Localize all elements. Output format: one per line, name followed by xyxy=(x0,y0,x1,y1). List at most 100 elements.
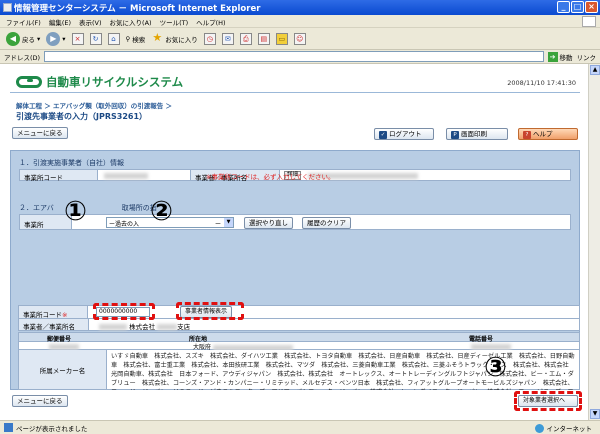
postal-value xyxy=(49,343,79,350)
browser-toolbar: ◀ 戻る ▾ ▶ ▾ × ↻ ⌂ ⚲ 検索 ★ お気に入り ◷ ✉ ⎙ ▤ ▭ … xyxy=(0,28,600,50)
edit-icon[interactable]: ▤ xyxy=(257,32,270,45)
logout-button[interactable]: ✓ ログアウト xyxy=(374,128,434,140)
highlight-info-button xyxy=(176,302,244,320)
search-icon: ⚲ xyxy=(125,34,131,43)
search-button[interactable]: ⚲ 検索 xyxy=(126,34,146,44)
print-label: 画面印刷 xyxy=(461,130,487,138)
scroll-up-icon[interactable]: ▲ xyxy=(590,65,600,75)
logout-icon: ✓ xyxy=(379,131,387,139)
logo-text: 自動車リサイクルシステム xyxy=(46,75,184,89)
name-row: 事業者／事業所名 株式会社 支店 xyxy=(18,319,580,331)
zone-label: インターネット xyxy=(546,425,593,433)
help-label: ヘルプ xyxy=(533,130,553,138)
help-button[interactable]: ? ヘルプ xyxy=(518,128,578,140)
go-button[interactable]: ➔ 移動 xyxy=(547,51,573,62)
go-arrow-icon: ➔ xyxy=(547,51,558,62)
name-row-label: 事業者／事業所名 xyxy=(19,319,89,331)
maximize-icon[interactable]: □ xyxy=(571,1,584,13)
breadcrumb: 解体工程 ＞ エアバッグ類（取外回収）の引渡報告 ＞ xyxy=(16,102,173,110)
maker-label: 所属メーカー名 xyxy=(19,350,107,389)
window-controls: _ □ × xyxy=(557,1,598,13)
menu-file[interactable]: ファイル(F) xyxy=(6,17,41,27)
globe-icon xyxy=(534,423,544,433)
home-icon[interactable]: ⌂ xyxy=(107,32,120,45)
menu-view[interactable]: 表示(V) xyxy=(79,17,102,27)
address-label: アドレス(D) xyxy=(4,53,41,62)
phone-value xyxy=(471,343,511,350)
address-input[interactable] xyxy=(44,51,544,62)
menu-back-button-bottom[interactable]: メニューに戻る xyxy=(12,395,68,407)
section1-code-value xyxy=(100,170,188,180)
current-datetime: 2008/11/10 17:41:30 xyxy=(507,79,576,87)
chevron-down-icon: ▼ xyxy=(224,218,233,227)
address-bar: アドレス(D) ➔ 移動 リンク xyxy=(0,50,600,64)
annotation-number-2: ② xyxy=(150,196,173,227)
header-divider xyxy=(10,92,580,93)
stop-icon[interactable]: × xyxy=(71,32,84,45)
history-icon[interactable]: ◷ xyxy=(203,32,216,45)
section1-title: １．引渡実施事業者（自社）情報 xyxy=(19,159,124,167)
logout-label: ログアウト xyxy=(389,130,422,138)
window-titlebar: 情報管理センターシステム － Microsoft Internet Explor… xyxy=(0,0,600,15)
back-button[interactable]: ◀ 戻る ▾ xyxy=(6,31,41,46)
menu-favorites[interactable]: お気に入り(A) xyxy=(110,17,152,27)
messenger-icon[interactable]: ☺ xyxy=(293,32,306,45)
recycle-logo-icon xyxy=(16,76,42,88)
highlight-select-button xyxy=(514,391,582,411)
page-content: 自動車リサイクルシステム 2008/11/10 17:41:30 解体工程 ＞ … xyxy=(0,64,588,420)
forward-button[interactable]: ▶ ▾ xyxy=(46,31,66,46)
menu-back-button-top[interactable]: メニューに戻る xyxy=(12,127,68,139)
history-clear-button[interactable]: 履歴のクリア xyxy=(302,217,351,229)
chevron-down-icon: ▾ xyxy=(62,34,66,43)
chevron-down-icon: ▾ xyxy=(37,34,41,43)
folder-icon[interactable]: ▭ xyxy=(275,32,288,45)
scroll-down-icon[interactable]: ▼ xyxy=(590,409,600,419)
star-icon: ★ xyxy=(152,30,163,44)
ie-app-icon xyxy=(3,3,12,12)
section2-title-start: ２．エアバ xyxy=(19,204,54,212)
required-note: ※事業所コードは、必ず入力してください。 xyxy=(206,173,335,181)
annotation-number-3: ③ xyxy=(484,352,507,383)
annotation-number-1: ① xyxy=(64,196,87,227)
window-title: 情報管理センターシステム － Microsoft Internet Explor… xyxy=(14,4,261,14)
mail-icon[interactable]: ✉ xyxy=(221,32,234,45)
vertical-scrollbar[interactable]: ▲ ▼ xyxy=(588,64,600,420)
rollback-button[interactable]: 選択やり直し xyxy=(244,217,293,229)
name-branch: 支店 xyxy=(177,323,191,331)
code-entry-label-text: 事業所コード xyxy=(23,311,62,319)
refresh-icon[interactable]: ↻ xyxy=(89,32,102,45)
search-label: 検索 xyxy=(132,35,146,44)
menu-edit[interactable]: 編集(E) xyxy=(49,17,71,27)
page-title: 引渡先事業者の入力（JPRS3261） xyxy=(16,112,148,121)
highlight-code-input xyxy=(93,303,155,320)
menu-help[interactable]: ヘルプ(H) xyxy=(196,17,225,27)
contact-table-row: 大阪府 xyxy=(18,342,580,351)
print-screen-button[interactable]: P 画面印刷 xyxy=(446,128,508,140)
printer-icon: P xyxy=(451,131,459,139)
minimize-icon[interactable]: _ xyxy=(557,1,570,13)
back-label: 戻る xyxy=(22,35,35,44)
security-zone: インターネット xyxy=(534,423,593,433)
favorites-button[interactable]: ★ お気に入り xyxy=(151,30,198,45)
section2-select-row: 事業所 ー過去の入 ー ▼ 選択やり直し 履歴のクリア xyxy=(19,214,571,230)
menu-bar: ファイル(F) 編集(E) 表示(V) お気に入り(A) ツール(T) ヘルプ(… xyxy=(0,15,600,28)
contact-table-header: 郵便番号 所在地 電話番号 xyxy=(18,332,580,343)
code-entry-label: 事業所コード※ xyxy=(18,305,88,319)
favorites-label: お気に入り xyxy=(165,35,198,44)
history-combo-value: ー過去の入 xyxy=(109,221,140,228)
status-bar: ページが表示されました インターネット xyxy=(0,420,600,434)
print-icon[interactable]: ⎙ xyxy=(239,32,252,45)
section2-title: ２．エアバ 取場所の指 xyxy=(19,203,157,213)
back-arrow-icon: ◀ xyxy=(6,31,20,46)
menu-tools[interactable]: ツール(T) xyxy=(160,17,189,27)
name-corp: 株式会社 xyxy=(129,323,156,331)
windows-logo-icon xyxy=(582,16,596,27)
forward-arrow-icon: ▶ xyxy=(46,31,61,46)
required-mark: ※ xyxy=(62,311,68,319)
section1-code-label: 事業所コード xyxy=(20,170,98,182)
links-label[interactable]: リンク xyxy=(577,52,597,62)
go-label: 移動 xyxy=(559,53,573,62)
status-text: ページが表示されました xyxy=(16,424,88,433)
name-row-value: 株式会社 支店 xyxy=(95,319,335,331)
close-icon[interactable]: × xyxy=(585,1,598,13)
